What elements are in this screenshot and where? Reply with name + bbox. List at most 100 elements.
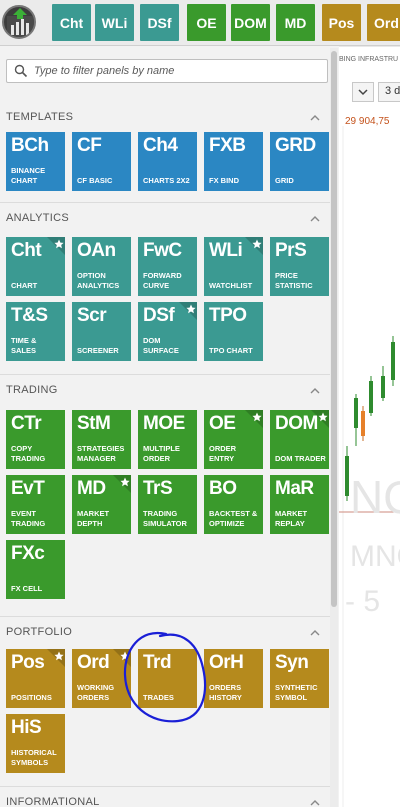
- toolbar-button-dsf[interactable]: DSf: [140, 4, 179, 41]
- panel-tile-ts[interactable]: T&S TIME & SALES: [6, 302, 65, 361]
- section-title-analytics: ANALYTICS: [6, 212, 70, 224]
- tile-abbreviation: BO: [209, 478, 237, 499]
- panel-tile-cht[interactable]: Cht CHART: [6, 237, 65, 296]
- tile-label: CHARTS 2X2: [143, 176, 190, 185]
- section-title-informational: INFORMATIONAL: [6, 796, 100, 807]
- panel-tile-orh[interactable]: OrH ORDERS HISTORY: [204, 649, 263, 708]
- tile-label: POSITIONS: [11, 693, 52, 702]
- chevron-up-icon[interactable]: [310, 799, 320, 807]
- app-logo-icon[interactable]: [2, 5, 36, 39]
- chevron-up-icon[interactable]: [310, 215, 320, 223]
- tile-abbreviation: EvT: [11, 478, 45, 499]
- chevron-up-icon[interactable]: [310, 387, 320, 395]
- chart-dropdown[interactable]: [352, 82, 374, 102]
- tile-abbreviation: OAn: [77, 240, 116, 261]
- panel-tile-trd[interactable]: Trd TRADES: [138, 649, 197, 708]
- panel-scrollbar-thumb[interactable]: [331, 51, 337, 607]
- tile-label: EVENT TRADING: [11, 509, 46, 528]
- tile-abbreviation: BCh: [11, 135, 49, 156]
- panel-tile-syn[interactable]: Syn SYNTHETIC SYMBOL: [270, 649, 329, 708]
- toolbar-button-wli[interactable]: WLi: [95, 4, 134, 41]
- tile-label: TRADES: [143, 693, 174, 702]
- panel-tile-mar[interactable]: MaR MARKET REPLAY: [270, 475, 329, 534]
- tile-abbreviation: GRD: [275, 135, 316, 156]
- tile-abbreviation: PrS: [275, 240, 307, 261]
- tile-abbreviation: Cht: [11, 240, 42, 261]
- chart-instrument-header: BING INFRASTRU: [339, 56, 399, 63]
- panel-tile-scr[interactable]: Scr SCREENER: [72, 302, 131, 361]
- tile-abbreviation: Ch4: [143, 135, 178, 156]
- toolbar-button-md[interactable]: MD: [276, 4, 315, 41]
- panel-tile-stm[interactable]: StM STRATEGIES MANAGER: [72, 410, 131, 469]
- tile-abbreviation: Ord: [77, 652, 110, 673]
- section-title-trading: TRADING: [6, 384, 58, 396]
- panel-tile-oan[interactable]: OAn OPTION ANALYTICS: [72, 237, 131, 296]
- chevron-up-icon[interactable]: [310, 114, 320, 122]
- favorite-star-icon[interactable]: [113, 649, 131, 667]
- favorite-star-icon[interactable]: [245, 410, 263, 428]
- panel-tile-prs[interactable]: PrS PRICE STATISTIC: [270, 237, 329, 296]
- chart-interval-select[interactable]: 3 d: [378, 82, 400, 102]
- favorite-star-icon[interactable]: [311, 410, 329, 428]
- tile-label: CF BASIC: [77, 176, 113, 185]
- panel-tile-cf[interactable]: CF CF BASIC: [72, 132, 131, 191]
- panel-tile-moe[interactable]: MOE MULTIPLE ORDER: [138, 410, 197, 469]
- panel-tile-ord[interactable]: Ord WORKING ORDERS: [72, 649, 131, 708]
- chart-price-label: 29 904,75: [345, 116, 390, 127]
- section-divider: [0, 202, 330, 203]
- panel-tile-fxc[interactable]: FXc FX CELL: [6, 540, 65, 599]
- tile-abbreviation: HiS: [11, 717, 42, 738]
- tile-abbreviation: FXc: [11, 543, 45, 564]
- panel-tile-evt[interactable]: EvT EVENT TRADING: [6, 475, 65, 534]
- favorite-star-icon[interactable]: [245, 237, 263, 255]
- panel-tile-his[interactable]: HiS HISTORICAL SYMBOLS: [6, 714, 65, 773]
- favorite-star-icon[interactable]: [47, 649, 65, 667]
- section-divider: [0, 786, 330, 787]
- panel-search[interactable]: [6, 59, 328, 83]
- tile-label: STRATEGIES MANAGER: [77, 444, 125, 463]
- panel-tile-oe[interactable]: OE ORDER ENTRY: [204, 410, 263, 469]
- panel-tile-bch[interactable]: BCh BINANCE CHART: [6, 132, 65, 191]
- toolbar-button-ord[interactable]: Ord: [367, 4, 400, 41]
- toolbar-button-cht[interactable]: Cht: [52, 4, 91, 41]
- chevron-down-icon: [358, 89, 368, 96]
- panel-tile-bo[interactable]: BO BACKTEST & OPTIMIZE: [204, 475, 263, 534]
- section-divider: [0, 616, 330, 617]
- panel-tile-ch4[interactable]: Ch4 CHARTS 2X2: [138, 132, 197, 191]
- tile-abbreviation: Syn: [275, 652, 309, 673]
- toolbar-button-dom[interactable]: DOM: [231, 4, 270, 41]
- panel-tile-pos[interactable]: Pos POSITIONS: [6, 649, 65, 708]
- panel-tile-wli[interactable]: WLi WATCHLIST: [204, 237, 263, 296]
- panel-tile-grd[interactable]: GRD GRID: [270, 132, 329, 191]
- favorite-star-icon[interactable]: [113, 475, 131, 493]
- toolbar-button-pos[interactable]: Pos: [322, 4, 361, 41]
- panel-tile-ctr[interactable]: CTr COPY TRADING: [6, 410, 65, 469]
- section-title-portfolio: PORTFOLIO: [6, 626, 73, 638]
- panel-tile-tpo[interactable]: TPO TPO CHART: [204, 302, 263, 361]
- tile-label: MARKET REPLAY: [275, 509, 308, 528]
- panel-tile-dsf[interactable]: DSf DOM SURFACE: [138, 302, 197, 361]
- tile-abbreviation: MD: [77, 478, 106, 499]
- toolbar-button-oe[interactable]: OE: [187, 4, 226, 41]
- favorite-star-icon[interactable]: [179, 302, 197, 320]
- chevron-up-icon[interactable]: [310, 629, 320, 637]
- tile-abbreviation: CTr: [11, 413, 42, 434]
- panel-tile-trs[interactable]: TrS TRADING SIMULATOR: [138, 475, 197, 534]
- tile-abbreviation: Scr: [77, 305, 107, 326]
- tile-abbreviation: FwC: [143, 240, 182, 261]
- tile-abbreviation: OE: [209, 413, 236, 434]
- panel-tile-md[interactable]: MD MARKET DEPTH: [72, 475, 131, 534]
- panels-palette: TEMPLATES BCh BINANCE CHART CF CF BASIC Ch4 CH…: [0, 46, 339, 807]
- tile-abbreviation: Pos: [11, 652, 45, 673]
- panel-tile-fxb[interactable]: FXB FX BIND: [204, 132, 263, 191]
- tile-abbreviation: CF: [77, 135, 102, 156]
- tile-label: WORKING ORDERS: [77, 683, 115, 702]
- tile-abbreviation: MOE: [143, 413, 185, 434]
- panel-search-input[interactable]: [34, 62, 324, 80]
- tile-abbreviation: StM: [77, 413, 111, 434]
- tile-label: ORDERS HISTORY: [209, 683, 242, 702]
- tile-abbreviation: OrH: [209, 652, 244, 673]
- favorite-star-icon[interactable]: [47, 237, 65, 255]
- panel-tile-fwc[interactable]: FwC FORWARD CURVE: [138, 237, 197, 296]
- panel-tile-dom[interactable]: DOM DOM TRADER: [270, 410, 329, 469]
